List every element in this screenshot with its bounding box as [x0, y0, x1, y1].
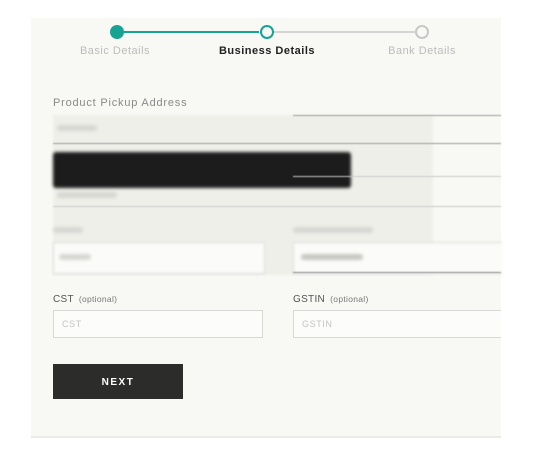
redacted-field-line — [53, 206, 501, 207]
progress-stepper: Basic Details Business Details Bank Deta… — [31, 18, 501, 78]
redacted-field-line — [293, 176, 501, 177]
stepper-line-completed — [117, 31, 259, 33]
cst-label-text: CST — [53, 294, 74, 305]
redacted-text — [57, 125, 97, 131]
redacted-text — [53, 227, 83, 233]
next-button[interactable]: NEXT — [53, 364, 183, 399]
redacted-text — [57, 192, 117, 198]
redacted-field-line — [53, 143, 501, 144]
pickup-address-title: Product Pickup Address — [53, 97, 188, 109]
redacted-field-line — [293, 272, 501, 273]
cst-label: CST (optional) — [53, 294, 117, 305]
step-pending-dot-icon — [415, 25, 429, 39]
business-details-card: Basic Details Business Details Bank Deta… — [31, 18, 502, 438]
redacted-field-line — [293, 115, 501, 116]
cst-input[interactable]: CST — [53, 310, 263, 338]
step-completed-dot-icon — [110, 25, 124, 39]
redacted-text — [59, 254, 91, 260]
gstin-input[interactable]: GSTIN — [293, 310, 501, 338]
redacted-text — [301, 254, 363, 260]
step-label-basic-details[interactable]: Basic Details — [40, 45, 190, 57]
gstin-label-text: GSTIN — [293, 294, 326, 305]
step-active-dot-icon — [260, 25, 274, 39]
gstin-label: GSTIN (optional) — [293, 294, 369, 305]
redacted-text — [293, 227, 373, 233]
step-label-business-details: Business Details — [218, 45, 316, 57]
cst-optional-text: (optional) — [78, 294, 118, 304]
gstin-optional-text: (optional) — [330, 294, 369, 304]
step-label-bank-details: Bank Details — [388, 45, 456, 57]
stepper-line-pending — [267, 31, 415, 33]
redaction-bar — [53, 152, 351, 188]
